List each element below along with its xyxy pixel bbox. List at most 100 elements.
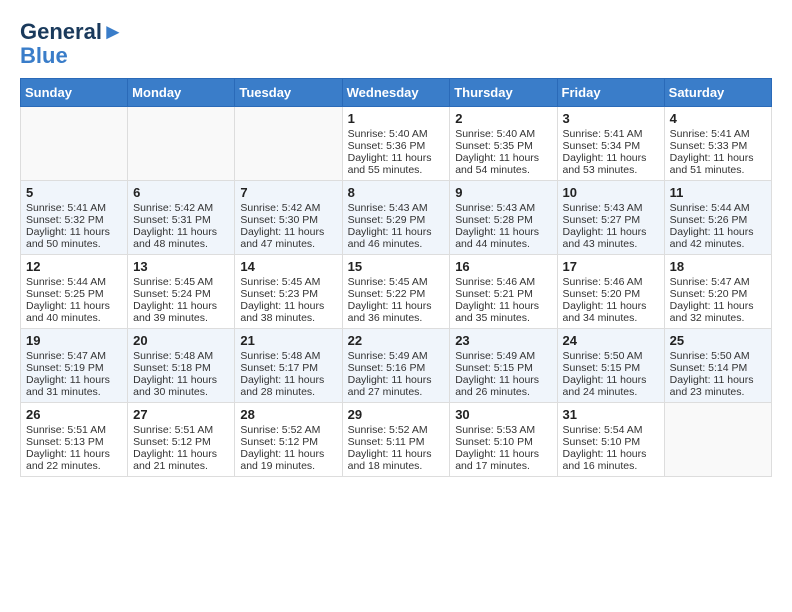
day-number: 15 <box>348 259 445 274</box>
day-info-line: Sunrise: 5:41 AM <box>670 128 766 140</box>
day-info-line: Sunset: 5:21 PM <box>455 288 551 300</box>
calendar-cell: 17Sunrise: 5:46 AMSunset: 5:20 PMDayligh… <box>557 255 664 329</box>
day-info-line: Sunrise: 5:49 AM <box>348 350 445 362</box>
weekday-header: Tuesday <box>235 79 342 107</box>
day-info-line: Sunset: 5:14 PM <box>670 362 766 374</box>
day-number: 24 <box>563 333 659 348</box>
day-info-line: Daylight: 11 hours <box>240 300 336 312</box>
day-info-line: Sunrise: 5:44 AM <box>670 202 766 214</box>
day-info-line: Daylight: 11 hours <box>133 448 229 460</box>
calendar-cell: 7Sunrise: 5:42 AMSunset: 5:30 PMDaylight… <box>235 181 342 255</box>
day-info-line: Daylight: 11 hours <box>133 226 229 238</box>
day-info-line: Sunrise: 5:49 AM <box>455 350 551 362</box>
calendar-cell: 26Sunrise: 5:51 AMSunset: 5:13 PMDayligh… <box>21 403 128 477</box>
day-info-line: Sunset: 5:26 PM <box>670 214 766 226</box>
day-number: 2 <box>455 111 551 126</box>
day-number: 5 <box>26 185 122 200</box>
day-info-line: and 39 minutes. <box>133 312 229 324</box>
day-info-line: and 19 minutes. <box>240 460 336 472</box>
calendar-cell: 24Sunrise: 5:50 AMSunset: 5:15 PMDayligh… <box>557 329 664 403</box>
day-info-line: and 22 minutes. <box>26 460 122 472</box>
day-info-line: Daylight: 11 hours <box>455 300 551 312</box>
day-info-line: Sunrise: 5:42 AM <box>133 202 229 214</box>
day-info-line: Sunrise: 5:45 AM <box>348 276 445 288</box>
day-info-line: Sunrise: 5:46 AM <box>455 276 551 288</box>
logo: General► Blue <box>20 20 124 68</box>
calendar-cell: 15 Sunrise: 5:45 AMSunset: 5:22 PMDayligh… <box>342 255 450 329</box>
day-info-line: Sunset: 5:30 PM <box>240 214 336 226</box>
day-info-line: Daylight: 11 hours <box>240 226 336 238</box>
day-info-line: Sunrise: 5:47 AM <box>670 276 766 288</box>
day-info-line: and 16 minutes. <box>563 460 659 472</box>
calendar-cell: 3 Sunrise: 5:41 AMSunset: 5:34 PMDaylight… <box>557 107 664 181</box>
day-info-line: Sunrise: 5:46 AM <box>563 276 659 288</box>
day-info-line: Sunrise: 5:50 AM <box>670 350 766 362</box>
logo-blue: Blue <box>20 44 124 68</box>
day-number: 3 <box>563 111 659 126</box>
day-info-line: Sunset: 5:10 PM <box>455 436 551 448</box>
day-info-line: Sunset: 5:34 PM <box>563 140 659 152</box>
calendar-cell: 11Sunrise: 5:44 AMSunset: 5:26 PMDayligh… <box>664 181 771 255</box>
day-info-line: Sunrise: 5:51 AM <box>26 424 122 436</box>
calendar-cell: 18Sunrise: 5:47 AMSunset: 5:20 PMDayligh… <box>664 255 771 329</box>
day-info-line: Daylight: 11 hours <box>26 300 122 312</box>
day-info-line: Sunset: 5:12 PM <box>240 436 336 448</box>
day-info-line: and 27 minutes. <box>348 386 445 398</box>
day-info-line: and 42 minutes. <box>670 238 766 250</box>
calendar-cell: 30Sunrise: 5:53 AMSunset: 5:10 PMDayligh… <box>450 403 557 477</box>
day-info-line: and 21 minutes. <box>133 460 229 472</box>
day-info-line: Sunset: 5:22 PM <box>348 288 445 300</box>
day-number: 1 <box>348 111 445 126</box>
calendar-cell: 31Sunrise: 5:54 AMSunset: 5:10 PMDayligh… <box>557 403 664 477</box>
day-info-line: and 18 minutes. <box>348 460 445 472</box>
day-info-line: Daylight: 11 hours <box>348 374 445 386</box>
calendar-cell: 9Sunrise: 5:43 AMSunset: 5:28 PMDaylight… <box>450 181 557 255</box>
day-info-line: Sunrise: 5:53 AM <box>455 424 551 436</box>
day-info-line: Sunset: 5:18 PM <box>133 362 229 374</box>
day-info-line: Sunrise: 5:44 AM <box>26 276 122 288</box>
weekday-header: Wednesday <box>342 79 450 107</box>
calendar-week-row: 12Sunrise: 5:44 AMSunset: 5:25 PMDayligh… <box>21 255 772 329</box>
weekday-header: Thursday <box>450 79 557 107</box>
day-info-line: Sunrise: 5:41 AM <box>563 128 659 140</box>
day-info-line: and 26 minutes. <box>455 386 551 398</box>
day-info-line: Sunset: 5:23 PM <box>240 288 336 300</box>
calendar-cell <box>21 107 128 181</box>
day-number: 11 <box>670 185 766 200</box>
day-info-line: and 23 minutes. <box>670 386 766 398</box>
day-number: 19 <box>26 333 122 348</box>
day-info-line: Sunrise: 5:47 AM <box>26 350 122 362</box>
day-number: 7 <box>240 185 336 200</box>
day-number: 9 <box>455 185 551 200</box>
day-info-line: Daylight: 11 hours <box>563 152 659 164</box>
day-info-line: Daylight: 11 hours <box>563 300 659 312</box>
day-info-line: and 55 minutes. <box>348 164 445 176</box>
day-number: 10 <box>563 185 659 200</box>
calendar-week-row: 19Sunrise: 5:47 AMSunset: 5:19 PMDayligh… <box>21 329 772 403</box>
day-info-line: Daylight: 11 hours <box>455 226 551 238</box>
day-info-line: and 43 minutes. <box>563 238 659 250</box>
day-number: 4 <box>670 111 766 126</box>
day-info-line: Sunset: 5:17 PM <box>240 362 336 374</box>
day-info-line: Daylight: 11 hours <box>348 300 445 312</box>
calendar-week-row: 26Sunrise: 5:51 AMSunset: 5:13 PMDayligh… <box>21 403 772 477</box>
day-number: 30 <box>455 407 551 422</box>
calendar-cell: 13Sunrise: 5:45 AMSunset: 5:24 PMDayligh… <box>128 255 235 329</box>
day-info-line: Sunset: 5:25 PM <box>26 288 122 300</box>
day-info-line: Sunrise: 5:40 AM <box>348 128 445 140</box>
calendar-cell: 29Sunrise: 5:52 AMSunset: 5:11 PMDayligh… <box>342 403 450 477</box>
day-number: 16 <box>455 259 551 274</box>
day-info-line: Sunrise: 5:48 AM <box>240 350 336 362</box>
day-number: 6 <box>133 185 229 200</box>
calendar-cell: 4Sunrise: 5:41 AMSunset: 5:33 PMDaylight… <box>664 107 771 181</box>
day-info-line: Sunset: 5:16 PM <box>348 362 445 374</box>
day-info-line: Daylight: 11 hours <box>348 448 445 460</box>
day-info-line: Sunset: 5:24 PM <box>133 288 229 300</box>
calendar-cell: 20Sunrise: 5:48 AMSunset: 5:18 PMDayligh… <box>128 329 235 403</box>
calendar-header: SundayMondayTuesdayWednesdayThursdayFrid… <box>21 79 772 107</box>
day-info-line: Daylight: 11 hours <box>455 152 551 164</box>
calendar-cell: 5Sunrise: 5:41 AMSunset: 5:32 PMDaylight… <box>21 181 128 255</box>
day-info-line: and 50 minutes. <box>26 238 122 250</box>
day-info-line: and 28 minutes. <box>240 386 336 398</box>
day-info-line: and 31 minutes. <box>26 386 122 398</box>
